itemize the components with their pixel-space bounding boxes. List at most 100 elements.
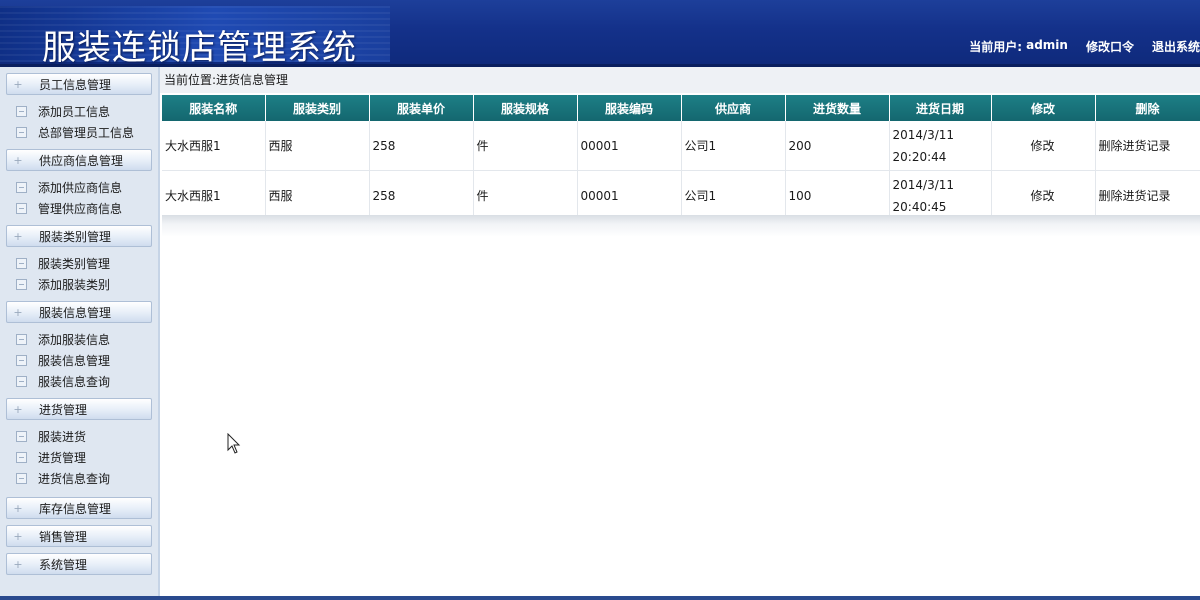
breadcrumb-prefix: 当前位置: <box>164 73 217 87</box>
logout-link[interactable]: 退出系统 <box>1152 38 1200 55</box>
current-user-name: admin <box>1026 37 1068 52</box>
box-icon <box>16 182 27 193</box>
cell-quantity: 100 <box>785 170 890 221</box>
menu-item-label: 服装信息查询 <box>38 375 111 389</box>
column-header[interactable]: 供应商 <box>681 95 786 121</box>
cell-delete: 删除进货记录 <box>1095 170 1200 221</box>
menu-group-inventory[interactable]: + 库存信息管理 <box>6 497 152 519</box>
cell-name: 大水西服1 <box>162 170 266 221</box>
breadcrumb-current: 进货信息管理 <box>216 73 289 87</box>
edit-link[interactable]: 修改 <box>1030 189 1054 203</box>
box-icon <box>16 431 27 442</box>
main-content: 当前位置: 进货信息管理 服装名称 服装类别 服装单价 服装规格 服装编码 供应… <box>160 67 1200 596</box>
table-header-row: 服装名称 服装类别 服装单价 服装规格 服装编码 供应商 进货数量 进货日期 修… <box>162 95 1200 121</box>
column-header[interactable]: 服装规格 <box>473 95 578 121</box>
cell-supplier: 公司1 <box>681 170 786 221</box>
submenu-purchase: 服装进货 进货管理 进货信息查询 <box>0 426 158 489</box>
cell-code: 00001 <box>577 121 682 171</box>
menu-item-label: 服装进货 <box>38 430 87 444</box>
bottom-bar <box>0 596 1200 600</box>
table-bottom-shadow <box>162 215 1200 237</box>
menu-group-system[interactable]: + 系统管理 <box>6 553 152 575</box>
cell-edit: 修改 <box>991 121 1096 171</box>
column-header[interactable]: 服装单价 <box>369 95 474 121</box>
delete-record-link[interactable]: 删除进货记录 <box>1099 189 1171 203</box>
submenu-category: 服装类别管理 添加服装类别 <box>0 253 158 295</box>
menu-item-add-clothing[interactable]: 添加服装信息 <box>0 329 158 350</box>
cell-date-day: 2014/3/11 <box>892 177 955 192</box>
menu-group-label: 进货管理 <box>39 402 88 417</box>
menu-item-add-staff[interactable]: 添加员工信息 <box>0 101 158 122</box>
menu-group-label: 系统管理 <box>39 557 88 572</box>
cell-category: 西服 <box>265 170 370 221</box>
menu-item-label: 服装类别管理 <box>38 257 111 271</box>
cell-name: 大水西服1 <box>162 121 266 171</box>
menu-group-supplier[interactable]: + 供应商信息管理 <box>6 149 152 171</box>
menu-item-manage-supplier[interactable]: 管理供应商信息 <box>0 198 158 219</box>
menu-item-manage-purchase[interactable]: 进货管理 <box>0 447 158 468</box>
menu-item-label: 总部管理员工信息 <box>38 126 135 140</box>
menu-group-purchase[interactable]: + 进货管理 <box>6 398 152 420</box>
cell-delete: 删除进货记录 <box>1095 121 1200 171</box>
plus-icon: + <box>13 557 23 571</box>
menu-item-clothing-purchase[interactable]: 服装进货 <box>0 426 158 447</box>
box-icon <box>16 355 27 366</box>
box-icon <box>16 258 27 269</box>
menu-item-add-supplier[interactable]: 添加供应商信息 <box>0 177 158 198</box>
plus-icon: + <box>13 229 23 243</box>
cell-edit: 修改 <box>991 170 1096 221</box>
box-icon <box>16 376 27 387</box>
column-header[interactable]: 服装类别 <box>265 95 370 121</box>
menu-item-label: 管理供应商信息 <box>38 202 123 216</box>
cell-code: 00001 <box>577 170 682 221</box>
menu-item-label: 服装信息管理 <box>38 354 111 368</box>
edit-link[interactable]: 修改 <box>1030 139 1054 153</box>
box-icon <box>16 127 27 138</box>
plus-icon: + <box>13 501 23 515</box>
menu-item-query-clothing[interactable]: 服装信息查询 <box>0 371 158 392</box>
cell-category: 西服 <box>265 121 370 171</box>
change-password-link[interactable]: 修改口令 <box>1086 38 1134 55</box>
column-header[interactable]: 服装编码 <box>577 95 682 121</box>
menu-item-label: 添加服装信息 <box>38 333 111 347</box>
column-header[interactable]: 删除 <box>1095 95 1200 121</box>
sidebar-menu: + 员工信息管理 添加员工信息 总部管理员工信息 + 供应商信息管理 添加供应商… <box>0 67 160 596</box>
table-row: 大水西服1 西服 258 件 00001 公司1 200 2014/3/11 2… <box>162 121 1200 171</box>
plus-icon: + <box>13 77 23 91</box>
column-header[interactable]: 修改 <box>991 95 1096 121</box>
cell-date: 2014/3/11 20:20:44 <box>889 121 992 171</box>
menu-group-label: 服装类别管理 <box>39 229 112 244</box>
box-icon <box>16 279 27 290</box>
menu-group-category[interactable]: + 服装类别管理 <box>6 225 152 247</box>
column-header[interactable]: 进货数量 <box>785 95 890 121</box>
column-header[interactable]: 进货日期 <box>889 95 992 121</box>
cell-date: 2014/3/11 20:40:45 <box>889 170 992 221</box>
submenu-clothing: 添加服装信息 服装信息管理 服装信息查询 <box>0 329 158 392</box>
current-user-label: 当前用户: <box>969 39 1023 54</box>
menu-group-staff[interactable]: + 员工信息管理 <box>6 73 152 95</box>
menu-group-sales[interactable]: + 销售管理 <box>6 525 152 547</box>
plus-icon: + <box>13 153 23 167</box>
menu-item-query-purchase[interactable]: 进货信息查询 <box>0 468 158 489</box>
box-icon <box>16 452 27 463</box>
box-icon <box>16 473 27 484</box>
menu-item-manage-clothing[interactable]: 服装信息管理 <box>0 350 158 371</box>
box-icon <box>16 106 27 117</box>
box-icon <box>16 203 27 214</box>
cell-date-time: 20:20:44 <box>892 149 947 164</box>
cell-price: 258 <box>369 170 474 221</box>
menu-item-manage-category[interactable]: 服装类别管理 <box>0 253 158 274</box>
menu-item-add-category[interactable]: 添加服装类别 <box>0 274 158 295</box>
header-logo-banner: 服装连锁店管理系统 <box>0 6 390 68</box>
menu-item-manage-staff[interactable]: 总部管理员工信息 <box>0 122 158 143</box>
column-header[interactable]: 服装名称 <box>162 95 266 121</box>
delete-record-link[interactable]: 删除进货记录 <box>1099 139 1171 153</box>
plus-icon: + <box>13 305 23 319</box>
menu-group-clothing[interactable]: + 服装信息管理 <box>6 301 152 323</box>
app-title: 服装连锁店管理系统 <box>42 28 357 68</box>
menu-item-label: 添加服装类别 <box>38 278 111 292</box>
menu-item-label: 进货管理 <box>38 451 87 465</box>
breadcrumb: 当前位置: 进货信息管理 <box>160 67 1200 93</box>
box-icon <box>16 334 27 345</box>
menu-item-label: 进货信息查询 <box>38 472 111 486</box>
